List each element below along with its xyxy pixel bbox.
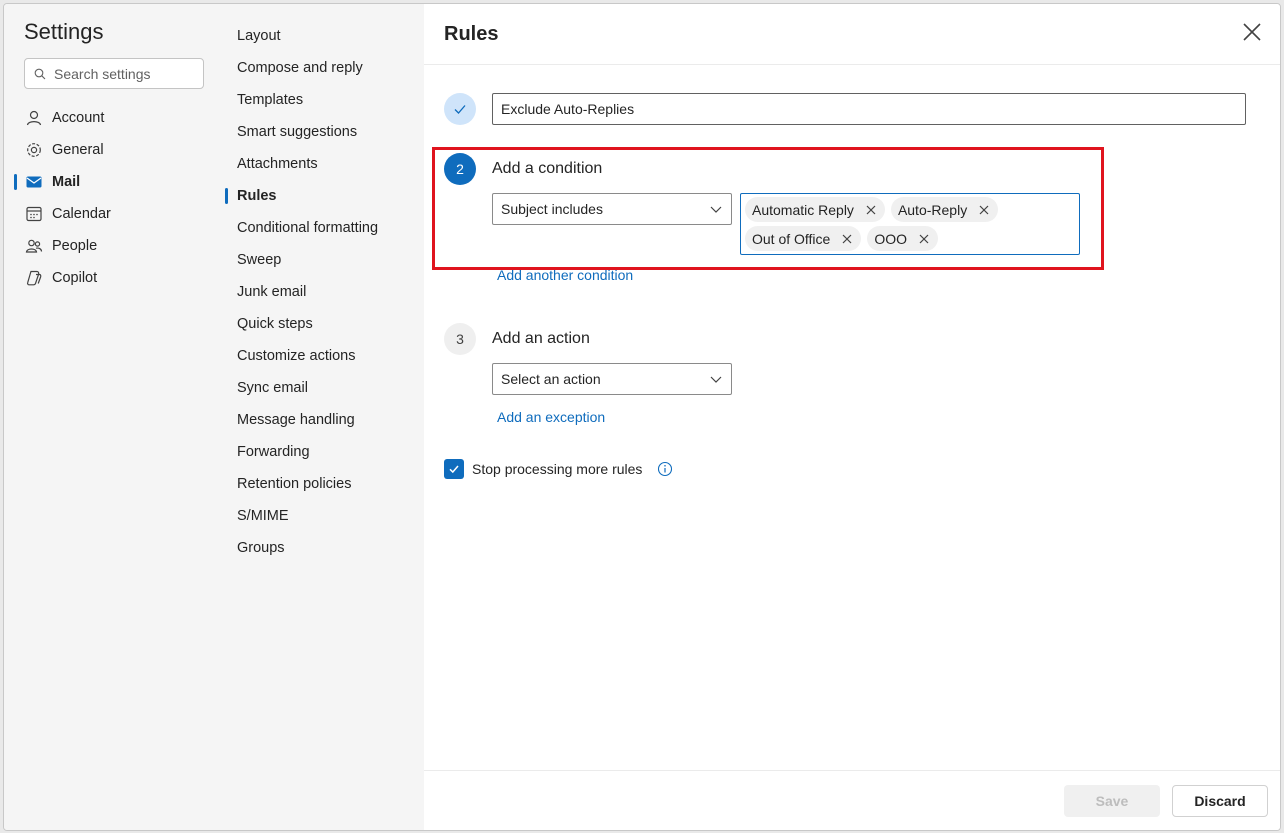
subnav-item-smart-suggestions[interactable]: Smart suggestions xyxy=(223,116,424,148)
search-icon xyxy=(34,68,46,79)
search-box[interactable] xyxy=(24,58,204,89)
save-button[interactable]: Save xyxy=(1064,785,1160,817)
subnav-item-quick-steps[interactable]: Quick steps xyxy=(223,308,424,340)
nav-item-mail[interactable]: Mail xyxy=(4,166,223,198)
people-icon xyxy=(24,236,44,256)
mail-settings-nav: Layout Compose and reply Templates Smart su… xyxy=(223,4,424,830)
settings-nav: Account General Mail Calendar People Cop… xyxy=(4,102,223,294)
person-icon xyxy=(24,108,44,128)
subnav-item-groups[interactable]: Groups xyxy=(223,532,424,564)
add-exception-link[interactable]: Add an exception xyxy=(497,409,605,425)
page-title: Rules xyxy=(444,23,499,45)
nav-item-people[interactable]: People xyxy=(4,230,223,262)
nav-item-label: People xyxy=(52,238,98,254)
settings-title: Settings xyxy=(24,19,104,44)
nav-item-account[interactable]: Account xyxy=(4,102,223,134)
subnav-item-sweep[interactable]: Sweep xyxy=(223,244,424,276)
subnav-item-conditional-formatting[interactable]: Conditional formatting xyxy=(223,212,424,244)
add-condition-link[interactable]: Add another condition xyxy=(497,267,633,283)
info-icon[interactable] xyxy=(657,461,673,477)
nav-item-label: Mail xyxy=(52,174,81,190)
subnav-item-rules[interactable]: Rules xyxy=(223,180,424,212)
subnav-item-forwarding[interactable]: Forwarding xyxy=(223,436,424,468)
chevron-down-icon xyxy=(710,376,722,383)
mail-subnav-list: Layout Compose and reply Templates Smart su… xyxy=(223,20,424,564)
subnav-item-s-mime[interactable]: S/MIME xyxy=(223,500,424,532)
stop-processing-checkbox[interactable] xyxy=(444,459,464,479)
nav-item-label: Copilot xyxy=(52,270,98,286)
discard-button[interactable]: Discard xyxy=(1172,785,1268,817)
rules-panel: Rules Exclude Auto-Replies 2 Add a condi… xyxy=(424,4,1280,830)
calendar-icon xyxy=(24,204,44,224)
action-placeholder: Select an action xyxy=(501,371,601,387)
nav-item-copilot[interactable]: Copilot xyxy=(4,262,223,294)
subnav-item-retention-policies[interactable]: Retention policies xyxy=(223,468,424,500)
settings-sidebar: Settings Account General Mail Calendar xyxy=(4,4,223,830)
checkmark-icon xyxy=(454,105,466,114)
subnav-item-templates[interactable]: Templates xyxy=(223,84,424,116)
mail-icon xyxy=(24,172,44,192)
subnav-item-sync-email[interactable]: Sync email xyxy=(223,372,424,404)
copilot-icon xyxy=(24,268,44,288)
search-input[interactable] xyxy=(54,65,194,82)
nav-item-label: General xyxy=(52,142,104,158)
subnav-item-layout[interactable]: Layout xyxy=(223,20,424,52)
subnav-item-attachments[interactable]: Attachments xyxy=(223,148,424,180)
nav-item-label: Calendar xyxy=(52,206,111,222)
highlight-box xyxy=(432,147,1104,270)
step-3-number: 3 xyxy=(444,323,476,355)
close-icon[interactable] xyxy=(1240,20,1264,44)
action-dropdown[interactable]: Select an action xyxy=(492,363,732,395)
footer-divider xyxy=(424,770,1280,771)
subnav-item-compose-and-reply[interactable]: Compose and reply xyxy=(223,52,424,84)
nav-item-calendar[interactable]: Calendar xyxy=(4,198,223,230)
stop-processing-label: Stop processing more rules xyxy=(472,461,643,477)
gear-icon xyxy=(24,140,44,160)
rule-name-input[interactable]: Exclude Auto-Replies xyxy=(492,93,1246,125)
nav-item-label: Account xyxy=(52,110,105,126)
subnav-item-junk-email[interactable]: Junk email xyxy=(223,276,424,308)
settings-window: Settings Account General Mail Calendar xyxy=(3,3,1281,831)
subnav-item-customize-actions[interactable]: Customize actions xyxy=(223,340,424,372)
header-divider xyxy=(424,64,1280,65)
checkmark-icon xyxy=(449,465,459,474)
nav-item-general[interactable]: General xyxy=(4,134,223,166)
step-1-complete xyxy=(444,93,476,125)
step-3-label: Add an action xyxy=(492,330,590,347)
subnav-item-message-handling[interactable]: Message handling xyxy=(223,404,424,436)
stop-processing-row: Stop processing more rules xyxy=(444,459,673,479)
